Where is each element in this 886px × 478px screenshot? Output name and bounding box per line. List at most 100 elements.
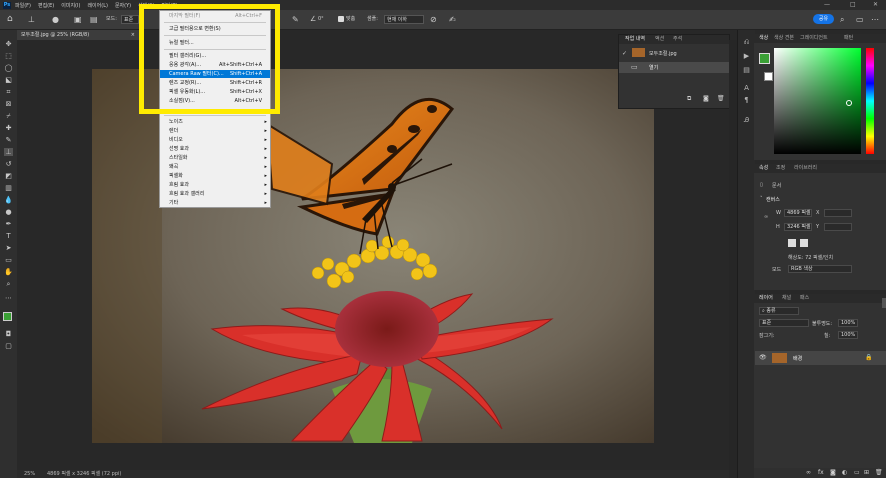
menu-item-pixelate[interactable]: 픽셀화 ▸	[160, 172, 270, 180]
marquee-tool-icon[interactable]: ⬚	[4, 52, 13, 60]
background-color-chip[interactable]	[764, 72, 773, 81]
tab-patterns[interactable]: 패턴	[844, 34, 853, 43]
color-picker-marker[interactable]	[846, 100, 852, 106]
frame-tool-icon[interactable]: ⊠	[4, 100, 13, 108]
shape-tool-icon[interactable]: ▭	[4, 256, 13, 264]
link-icon[interactable]: ∞	[764, 214, 768, 220]
visibility-eye-icon[interactable]: 👁	[759, 354, 767, 361]
tab-actions[interactable]: 액션	[655, 35, 664, 44]
menu-item-sharpen[interactable]: 선명 효과 ▸	[160, 145, 270, 153]
menu-type[interactable]: 문자(Y)	[115, 2, 131, 9]
close-window-button[interactable]: ✕	[873, 0, 878, 10]
share-button[interactable]: 공유	[813, 14, 834, 24]
snapshot-brush-icon[interactable]: ✓	[622, 50, 627, 57]
foreground-color-chip[interactable]	[759, 53, 770, 64]
trash-icon[interactable]: 🗑	[717, 95, 725, 102]
menu-item-distort[interactable]: 왜곡 ▸	[160, 163, 270, 171]
pressure-size-icon[interactable]: ✍	[449, 14, 456, 25]
width-field[interactable]: 4869 픽셀	[784, 209, 812, 217]
aligned-checkbox[interactable]	[338, 16, 344, 22]
y-field[interactable]	[824, 223, 852, 231]
color-picker-field[interactable]	[774, 48, 861, 154]
sample-select[interactable]: 현재 이하	[384, 15, 424, 24]
menu-image[interactable]: 이미지(I)	[61, 2, 80, 9]
healing-brush-tool-icon[interactable]: ✚	[4, 124, 13, 132]
tab-channels[interactable]: 채널	[782, 294, 791, 303]
type-tool-icon[interactable]: T	[4, 232, 13, 240]
close-document-icon[interactable]: ×	[131, 30, 135, 40]
history-brush-tool-icon[interactable]: ↺	[4, 160, 13, 168]
group-folder-icon[interactable]: ▭	[854, 469, 860, 476]
search-icon[interactable]: ⌕	[840, 14, 844, 25]
zoom-level[interactable]: 25%	[24, 470, 35, 478]
minimize-button[interactable]: —	[824, 0, 830, 10]
character-icon[interactable]: A	[742, 84, 751, 93]
blur-tool-icon[interactable]: 💧	[4, 196, 13, 204]
opacity-field[interactable]: 100%	[838, 319, 858, 327]
new-document-from-state-icon[interactable]: ⧉	[687, 95, 691, 103]
hue-slider[interactable]	[866, 48, 874, 154]
camera-snapshot-icon[interactable]: ◙	[703, 95, 709, 102]
tab-history[interactable]: 작업 내역	[625, 35, 645, 44]
paragraph-icon[interactable]: ¶	[742, 96, 751, 105]
document-tab[interactable]: 모두조절.jpg @ 25% (RGB/8) ×	[17, 30, 139, 40]
object-select-tool-icon[interactable]: ⬕	[4, 76, 13, 84]
tab-swatches[interactable]: 색상 견본	[774, 34, 794, 43]
tab-notes[interactable]: 주석	[673, 35, 682, 44]
home-icon[interactable]: ⌂	[7, 14, 13, 25]
brush-preset-icon[interactable]: ●	[52, 14, 59, 25]
history-step-row[interactable]: ▭ 열기	[619, 62, 729, 73]
menu-item-other[interactable]: 기타 ▸	[160, 199, 270, 207]
move-tool-icon[interactable]: ✥	[4, 40, 13, 48]
layer-name[interactable]: 배경	[793, 355, 802, 362]
menu-item-render[interactable]: 렌더 ▸	[160, 127, 270, 135]
gradient-tool-icon[interactable]: ▥	[4, 184, 13, 192]
height-field[interactable]: 3246 픽셀	[784, 223, 812, 231]
path-select-tool-icon[interactable]: ➤	[4, 244, 13, 252]
tab-layers[interactable]: 레이어	[759, 294, 773, 303]
crop-tool-icon[interactable]: ⌗	[4, 88, 13, 96]
menu-file[interactable]: 파일(F)	[15, 2, 31, 9]
canvas-vertical-scrollbar[interactable]	[729, 40, 737, 470]
layer-filter-select[interactable]: ⌕ 종류	[759, 307, 799, 315]
zoom-tool-icon[interactable]: ⌕	[4, 280, 13, 288]
color-mode-select[interactable]: RGB 색상	[788, 265, 852, 273]
tab-gradients[interactable]: 그레이디언트	[800, 34, 828, 43]
foreground-color-swatch[interactable]	[3, 312, 12, 321]
tab-libraries[interactable]: 라이브러리	[794, 164, 817, 173]
clone-stamp-tool-icon[interactable]: ⊥	[28, 14, 35, 25]
ignore-adjustment-icon[interactable]: ⊘	[430, 14, 437, 25]
more-icon[interactable]: ⋯	[871, 14, 879, 25]
maximize-button[interactable]: □	[850, 0, 856, 10]
screen-mode-icon[interactable]: ▢	[4, 342, 13, 350]
tab-properties[interactable]: 속성	[759, 164, 768, 173]
workspace-icon[interactable]: ▭	[856, 14, 864, 25]
lasso-tool-icon[interactable]: ◯	[4, 64, 13, 72]
portrait-orientation-icon[interactable]	[788, 239, 796, 247]
landscape-orientation-icon[interactable]	[800, 239, 808, 247]
edit-toolbar-icon[interactable]: ⋯	[4, 294, 13, 302]
menu-layer[interactable]: 레이어(L)	[87, 2, 108, 9]
eraser-tool-icon[interactable]: ◩	[4, 172, 13, 180]
tab-adjustments[interactable]: 조정	[776, 164, 785, 173]
clone-stamp-tool-icon[interactable]: ⊥	[4, 148, 13, 156]
menu-item-blur-gallery[interactable]: 흐림 효과 갤러리 ▸	[160, 190, 270, 198]
dodge-tool-icon[interactable]: ●	[4, 208, 13, 216]
link-layers-icon[interactable]: ∞	[806, 469, 811, 476]
collapse-chevron-icon[interactable]: ˅	[760, 196, 763, 202]
eyedropper-tool-icon[interactable]: ⌿	[4, 112, 13, 120]
fill-field[interactable]: 100%	[838, 331, 858, 339]
angle-value[interactable]: 0°	[318, 14, 324, 25]
blend-mode-select[interactable]: 표준	[759, 319, 809, 327]
delete-layer-icon[interactable]: 🗑	[875, 469, 883, 476]
mask-icon[interactable]: ◙	[830, 469, 836, 476]
airbrush-icon[interactable]: ✎	[292, 14, 299, 25]
glyphs-icon[interactable]: Ꭿ	[742, 116, 751, 125]
clone-source-icon[interactable]: ▤	[90, 14, 98, 25]
x-field[interactable]	[824, 209, 852, 217]
hand-tool-icon[interactable]: ✋	[4, 268, 13, 276]
actions-play-icon[interactable]: ▶	[742, 52, 751, 61]
menu-item-noise[interactable]: 노이즈 ▸	[160, 118, 270, 126]
quick-mask-icon[interactable]: ◘	[4, 330, 13, 338]
tab-color[interactable]: 색상	[759, 34, 768, 43]
